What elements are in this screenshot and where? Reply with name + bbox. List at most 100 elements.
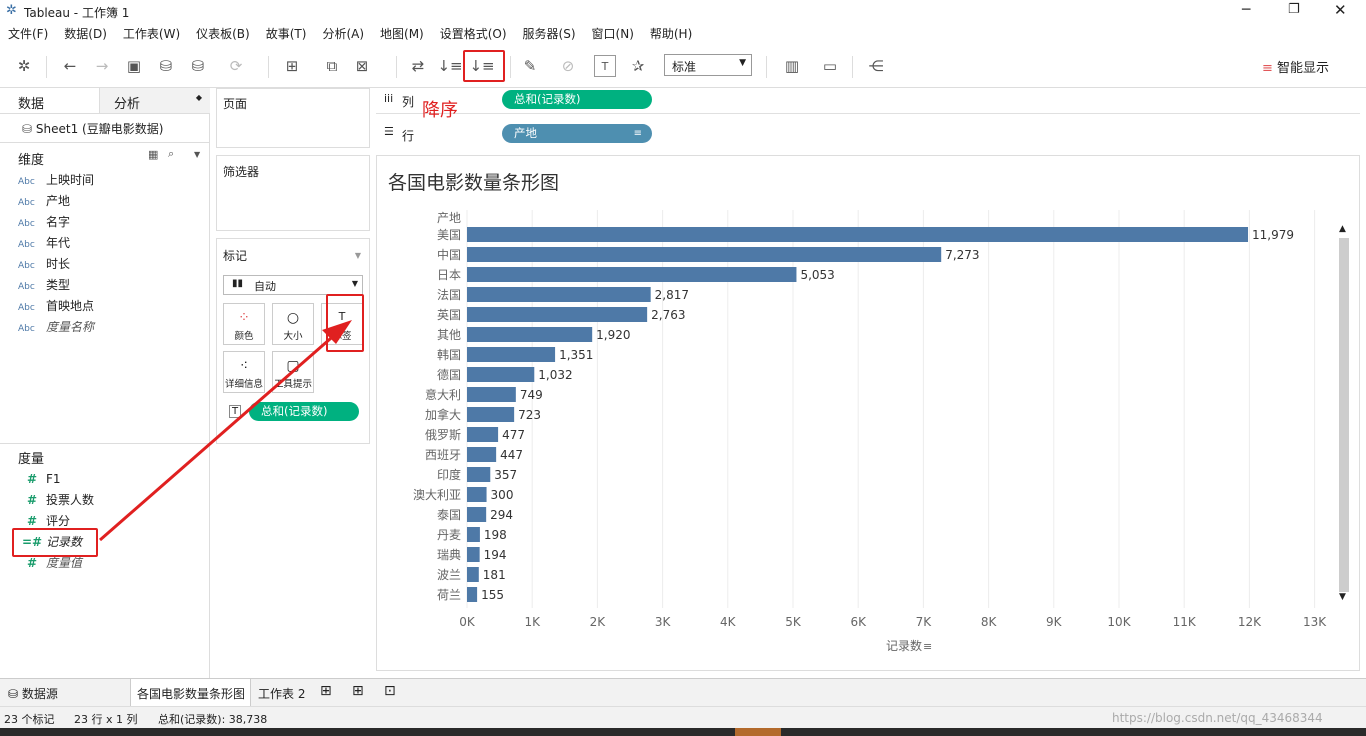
duplicate-sheet-icon[interactable]: ⧉ xyxy=(320,54,344,78)
fix-axes-icon[interactable]: ✰ xyxy=(626,54,650,78)
scrollbar-thumb[interactable] xyxy=(1339,238,1349,592)
new-story-icon[interactable]: ⊡ xyxy=(384,683,396,699)
bar[interactable] xyxy=(467,487,487,502)
marks-label-pill[interactable]: 总和(记录数) xyxy=(249,402,359,421)
bar[interactable] xyxy=(467,447,497,462)
bar[interactable] xyxy=(467,427,499,442)
dimension-field[interactable]: Abc 产地 xyxy=(18,191,70,211)
menu-worksheet[interactable]: 工作表(W) xyxy=(115,24,188,44)
maximize-button[interactable]: ❐ xyxy=(1288,2,1300,17)
mark-type-select[interactable]: ▮▮ 自动 ▼ xyxy=(223,275,363,295)
dimension-field[interactable]: Abc 时长 xyxy=(18,254,70,274)
tab-analysis[interactable]: 分析 ◆ xyxy=(100,88,210,114)
bar[interactable] xyxy=(467,407,515,422)
share-icon[interactable]: ⋲ xyxy=(864,54,888,78)
sort-ascending-icon[interactable]: ↓≡ xyxy=(437,54,462,78)
show-mark-labels-icon[interactable]: T xyxy=(594,55,616,77)
new-dashboard-icon[interactable]: ⊞ xyxy=(352,683,364,699)
scrollbar[interactable]: ▲ ▼ xyxy=(1337,224,1351,606)
save-icon[interactable]: ▣ xyxy=(122,54,146,78)
fit-select[interactable]: 标准 ▼ xyxy=(664,54,752,76)
bar[interactable] xyxy=(467,307,648,322)
bar[interactable] xyxy=(467,347,556,362)
dimension-field[interactable]: Abc 首映地点 xyxy=(18,296,94,316)
menu-window[interactable]: 窗口(N) xyxy=(584,24,642,44)
dimension-field[interactable]: Abc 名字 xyxy=(18,212,70,232)
pages-shelf[interactable]: 页面 xyxy=(216,88,370,148)
swap-rows-columns-icon[interactable]: ⇄ xyxy=(406,54,430,78)
new-datasource-icon[interactable]: ⛁ xyxy=(154,54,178,78)
detail-button[interactable]: ⁖ 详细信息 xyxy=(223,351,265,393)
bar[interactable] xyxy=(467,247,942,262)
tooltip-button[interactable]: ▢ 工具提示 xyxy=(272,351,314,393)
scroll-up-icon[interactable]: ▲ xyxy=(1339,224,1346,234)
bar[interactable] xyxy=(467,527,480,542)
new-worksheet-icon[interactable]: ⊞ xyxy=(280,54,304,78)
rows-icon: ☰ xyxy=(384,125,394,138)
color-button[interactable]: ⁘ 颜色 xyxy=(223,303,265,345)
scroll-down-icon[interactable]: ▼ xyxy=(1339,592,1346,602)
datasource-item[interactable]: ⛁ Sheet1 (豆瓣电影数据) xyxy=(22,120,163,137)
bar[interactable] xyxy=(467,287,651,302)
bar[interactable] xyxy=(467,327,593,342)
search-icon[interactable]: ⌕ xyxy=(168,147,174,161)
bar[interactable] xyxy=(467,227,1249,242)
redo-icon[interactable]: → xyxy=(90,54,114,78)
menu-data[interactable]: 数据(D) xyxy=(56,24,115,44)
rows-shelf[interactable]: ☰ 行 产地 ≡ xyxy=(376,120,1360,148)
highlight-icon[interactable]: ✎ xyxy=(518,54,542,78)
annotation-text: 降序 xyxy=(422,100,458,121)
tab-sheet2[interactable]: 工作表 2 xyxy=(258,685,305,702)
measure-field[interactable]: # F1 xyxy=(18,469,61,489)
bar[interactable] xyxy=(467,587,478,602)
menu-dashboard[interactable]: 仪表板(B) xyxy=(188,24,258,44)
columns-shelf[interactable]: iii 列 降序 总和(记录数) xyxy=(376,88,1360,121)
dimension-field[interactable]: Abc 类型 xyxy=(18,275,70,295)
tab-data[interactable]: 数据 xyxy=(0,88,100,114)
show-cards-icon[interactable]: ▥ xyxy=(780,54,804,78)
chevron-down-icon[interactable]: ▼ xyxy=(355,251,361,260)
rows-pill[interactable]: 产地 ≡ xyxy=(502,124,652,143)
filters-shelf[interactable]: 筛选器 xyxy=(216,155,370,231)
new-worksheet-icon[interactable]: ⊞ xyxy=(320,683,332,699)
measure-field[interactable]: # 投票人数 xyxy=(18,490,94,510)
pause-updates-icon[interactable]: ⛁ xyxy=(186,54,210,78)
dimension-field[interactable]: Abc 年代 xyxy=(18,233,70,253)
chevron-down-icon[interactable]: ▼ xyxy=(194,150,200,159)
size-button[interactable]: ○ 大小 xyxy=(272,303,314,345)
menu-format[interactable]: 设置格式(O) xyxy=(432,24,515,44)
data-label: 155 xyxy=(481,588,504,602)
bar[interactable] xyxy=(467,367,535,382)
menu-server[interactable]: 服务器(S) xyxy=(515,24,584,44)
columns-pill[interactable]: 总和(记录数) xyxy=(502,90,652,109)
presentation-mode-icon[interactable]: ▭ xyxy=(818,54,842,78)
menu-story[interactable]: 故事(T) xyxy=(258,24,315,44)
dimension-field[interactable]: Abc 上映时间 xyxy=(18,170,94,190)
dimension-field[interactable]: Abc 度量名称 xyxy=(18,317,94,337)
show-me-button[interactable]: ≡ 智能显示 xyxy=(1262,57,1329,76)
data-label: 357 xyxy=(494,468,517,482)
refresh-icon[interactable]: ⟳ xyxy=(224,54,248,78)
bar[interactable] xyxy=(467,467,491,482)
bar[interactable] xyxy=(467,387,516,402)
list-view-icon[interactable]: ▦ xyxy=(148,148,158,161)
menu-help[interactable]: 帮助(H) xyxy=(642,24,700,44)
number-type-icon: # xyxy=(26,493,38,507)
bar[interactable] xyxy=(467,547,480,562)
tab-datasource[interactable]: ⛁ 数据源 xyxy=(8,685,58,702)
undo-icon[interactable]: ← xyxy=(58,54,82,78)
bar[interactable] xyxy=(467,567,479,582)
bar[interactable] xyxy=(467,267,797,282)
clear-sheet-icon[interactable]: ⊠ xyxy=(350,54,374,78)
close-button[interactable]: ✕ xyxy=(1334,1,1347,19)
tab-sheet-active[interactable]: 各国电影数量条形图 xyxy=(130,679,251,707)
bar[interactable] xyxy=(467,507,487,522)
group-members-icon[interactable]: ⊘ xyxy=(556,54,580,78)
menu-file[interactable]: 文件(F) xyxy=(0,24,56,44)
bar-chart[interactable]: 0K 1K 2K 3K 4K 5K 6K 7K 8K 9K 10K 11K 12K 13K 产地美国 11,9… xyxy=(377,156,1359,670)
tableau-home-icon[interactable]: ✲ xyxy=(12,54,36,78)
minimize-button[interactable]: ─ xyxy=(1242,2,1250,18)
rows-shelf-title: 行 xyxy=(402,129,415,143)
menu-analysis[interactable]: 分析(A) xyxy=(314,24,372,44)
menu-map[interactable]: 地图(M) xyxy=(372,24,432,44)
